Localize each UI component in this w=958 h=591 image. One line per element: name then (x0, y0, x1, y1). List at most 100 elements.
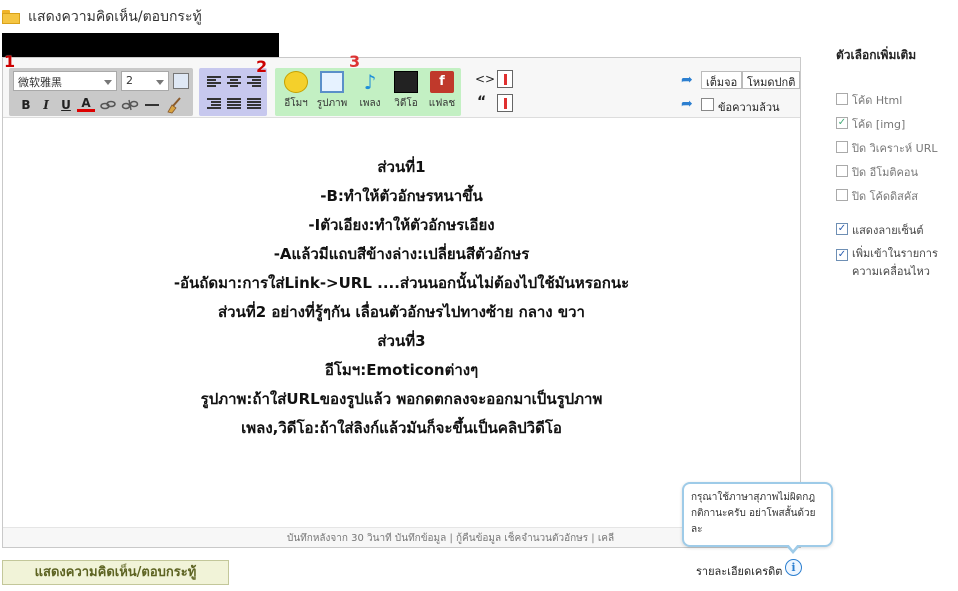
option-label: โค้ด Html (852, 94, 903, 107)
option-label: โค้ด [img] (852, 118, 906, 131)
content-line: อีโมฯ:Emoticonต่างๆ (324, 361, 479, 379)
info-icon[interactable]: i (785, 559, 802, 576)
music-button[interactable]: ♪ เพลง (353, 71, 387, 115)
option-show-signature[interactable]: ✓ แสดงลายเซ็นต์ (836, 221, 956, 245)
music-label: เพลง (359, 98, 381, 109)
editor-status-bar: บันทึกหลังจาก 30 วินาที บันทึกข้อมูล | ก… (3, 527, 800, 547)
chevron-down-icon (156, 80, 164, 85)
unlink-button[interactable] (121, 96, 139, 114)
align-right-icon[interactable] (247, 76, 261, 88)
unordered-list-icon[interactable] (247, 98, 261, 110)
tooltip: กรุณาใช้ภาษาสุภาพไม่ผิดกฎกติกานะครับ อย่… (682, 482, 833, 554)
option-label: ปิด โค้ดดิสคัส (852, 190, 918, 203)
content-line: รูปภาพ:ถ้าใส่URLของรูปแล้ว พอกดตกลงจะออก… (200, 390, 603, 408)
content-line: -Aแล้วมีแถบสีข้างล่าง:เปลี่ยนสีตัวอักษร (273, 245, 530, 263)
redacted-bar (2, 33, 279, 57)
emoticon-icon (284, 71, 308, 93)
image-button[interactable]: รูปภาพ (315, 71, 349, 115)
sidebar-title: ตัวเลือกเพิ่มเติม (836, 48, 917, 62)
image-icon (320, 71, 344, 93)
font-size-value: 2 (126, 74, 133, 87)
flash-label: แฟลช (428, 98, 456, 109)
submit-button[interactable]: แสดงความคิดเห็น/ตอบกระทู้ (2, 560, 229, 585)
annotation-marker-3: 3 (349, 52, 361, 71)
option-disable-discuz[interactable]: ปิด โค้ดดิสคัส (836, 187, 956, 211)
bold-button[interactable]: B (17, 96, 35, 114)
option-gap (836, 211, 956, 221)
option-label: เพิ่มเข้าในรายการความเคลื่อนไหว (852, 247, 938, 278)
editor-toolbar: 微软雅黑 2 B I U A อีโมฯ รูปภาพ ♪ เพลง วิดีโ… (3, 58, 801, 118)
clear-format-button[interactable] (165, 96, 183, 114)
link-button[interactable] (99, 96, 117, 114)
chevron-down-icon (104, 80, 112, 85)
option-checkbox[interactable] (836, 93, 848, 105)
content-line: เพลง,วิดีโอ:ถ้าใส่ลิงก์แล้วมันก็จะขึ้นเป… (241, 419, 562, 437)
italic-button[interactable]: I (37, 96, 55, 114)
content-line: -อันถัดมา:การใส่Link->URL ....ส่วนนอกนั้… (173, 274, 630, 292)
emoticon-label: อีโมฯ (284, 98, 308, 109)
font-toolbar-group: 微软雅黑 2 B I U A (9, 68, 193, 116)
align-center-icon[interactable] (227, 76, 241, 88)
media-toolbar-group: อีโมฯ รูปภาพ ♪ เพลง วิดีโอ f แฟลช (275, 68, 461, 116)
indent-icon[interactable] (207, 98, 221, 110)
content-line: ส่วนที่2 อย่างที่รู้ๆกัน เลื่อนตัวอักษรไ… (218, 303, 585, 321)
source-button[interactable] (497, 70, 513, 88)
font-size-select[interactable]: 2 (121, 71, 169, 91)
plaintext-checkbox[interactable] (701, 98, 714, 111)
option-checkbox[interactable] (836, 189, 848, 201)
ordered-list-icon[interactable] (227, 98, 241, 110)
source-icon (504, 74, 507, 85)
option-checkbox[interactable] (836, 165, 848, 177)
video-button[interactable]: วิดีโอ (389, 71, 423, 115)
tooltip-text: กรุณาใช้ภาษาสุภาพไม่ผิดกฎกติกานะครับ อย่… (691, 492, 816, 535)
option-label: ปิด วิเคราะห์ URL (852, 142, 938, 155)
page: แสดงความคิดเห็น/ตอบกระทู้ 微软雅黑 2 B I U A (0, 0, 958, 591)
annotation-marker-1: 1 (4, 52, 16, 71)
unlink-icon (121, 99, 139, 111)
editor-content[interactable]: ส่วนที่1 -B:ทำให้ตัวอักษรหนาขึ้น -Iตัวเอ… (3, 119, 800, 527)
quote-button[interactable]: “ (477, 94, 486, 110)
video-label: วิดีโอ (394, 98, 418, 109)
video-icon (394, 71, 418, 93)
font-color-button[interactable]: A (77, 96, 95, 112)
option-add-activity[interactable]: ✓ เพิ่มเข้าในรายการความเคลื่อนไหว (836, 245, 956, 285)
option-checkbox[interactable]: ✓ (836, 117, 848, 129)
background-color-button[interactable] (173, 73, 189, 89)
normal-mode-button[interactable]: โหมดปกติ (742, 71, 801, 89)
font-family-select[interactable]: 微软雅黑 (13, 71, 117, 91)
option-checkbox[interactable]: ✓ (836, 249, 848, 261)
underline-button[interactable]: U (57, 96, 75, 114)
option-checkbox[interactable] (836, 141, 848, 153)
option-label: ปิด อีโมติคอน (852, 166, 919, 179)
horizontal-rule-icon (145, 104, 159, 106)
option-disable-emoticon[interactable]: ปิด อีโมติคอน (836, 163, 956, 187)
option-img-code[interactable]: ✓ โค้ด [img] (836, 115, 956, 139)
options-sidebar: ตัวเลือกเพิ่มเติม โค้ด Html ✓ โค้ด [img] … (836, 46, 956, 285)
horizontal-rule-button[interactable] (143, 96, 161, 114)
content-line: -B:ทำให้ตัวอักษรหนาขึ้น (320, 187, 483, 205)
preview-icon (504, 98, 507, 109)
credit-details-label: รายละเอียดเครดิต (696, 565, 783, 578)
redo-icon[interactable]: ➦ (681, 96, 693, 112)
option-html-code[interactable]: โค้ด Html (836, 91, 956, 115)
content-line: ส่วนที่1 (377, 158, 426, 176)
header: แสดงความคิดเห็น/ตอบกระทู้ (2, 6, 202, 28)
link-icon (100, 100, 116, 110)
flash-icon: f (430, 71, 454, 93)
align-left-icon[interactable] (207, 76, 221, 88)
font-family-value: 微软雅黑 (18, 76, 62, 89)
image-label: รูปภาพ (316, 98, 348, 109)
content-line: -Iตัวเอียง:ทำให้ตัวอักษรเอียง (308, 216, 495, 234)
option-checkbox[interactable]: ✓ (836, 223, 848, 235)
emoticon-button[interactable]: อีโมฯ (279, 71, 313, 115)
content-line: ส่วนที่3 (377, 332, 426, 350)
flash-button[interactable]: f แฟลช (425, 71, 459, 115)
fullscreen-button[interactable]: เต็มจอ (701, 71, 743, 89)
undo-icon[interactable]: ➦ (681, 72, 693, 88)
annotation-marker-2: 2 (256, 57, 268, 76)
option-label: แสดงลายเซ็นต์ (852, 224, 924, 237)
preview-button[interactable] (497, 94, 513, 112)
rich-text-editor: 微软雅黑 2 B I U A อีโมฯ รูปภาพ ♪ เพลง วิดีโ… (2, 57, 801, 548)
option-disable-url[interactable]: ปิด วิเคราะห์ URL (836, 139, 956, 163)
code-button[interactable]: <> (475, 72, 495, 86)
